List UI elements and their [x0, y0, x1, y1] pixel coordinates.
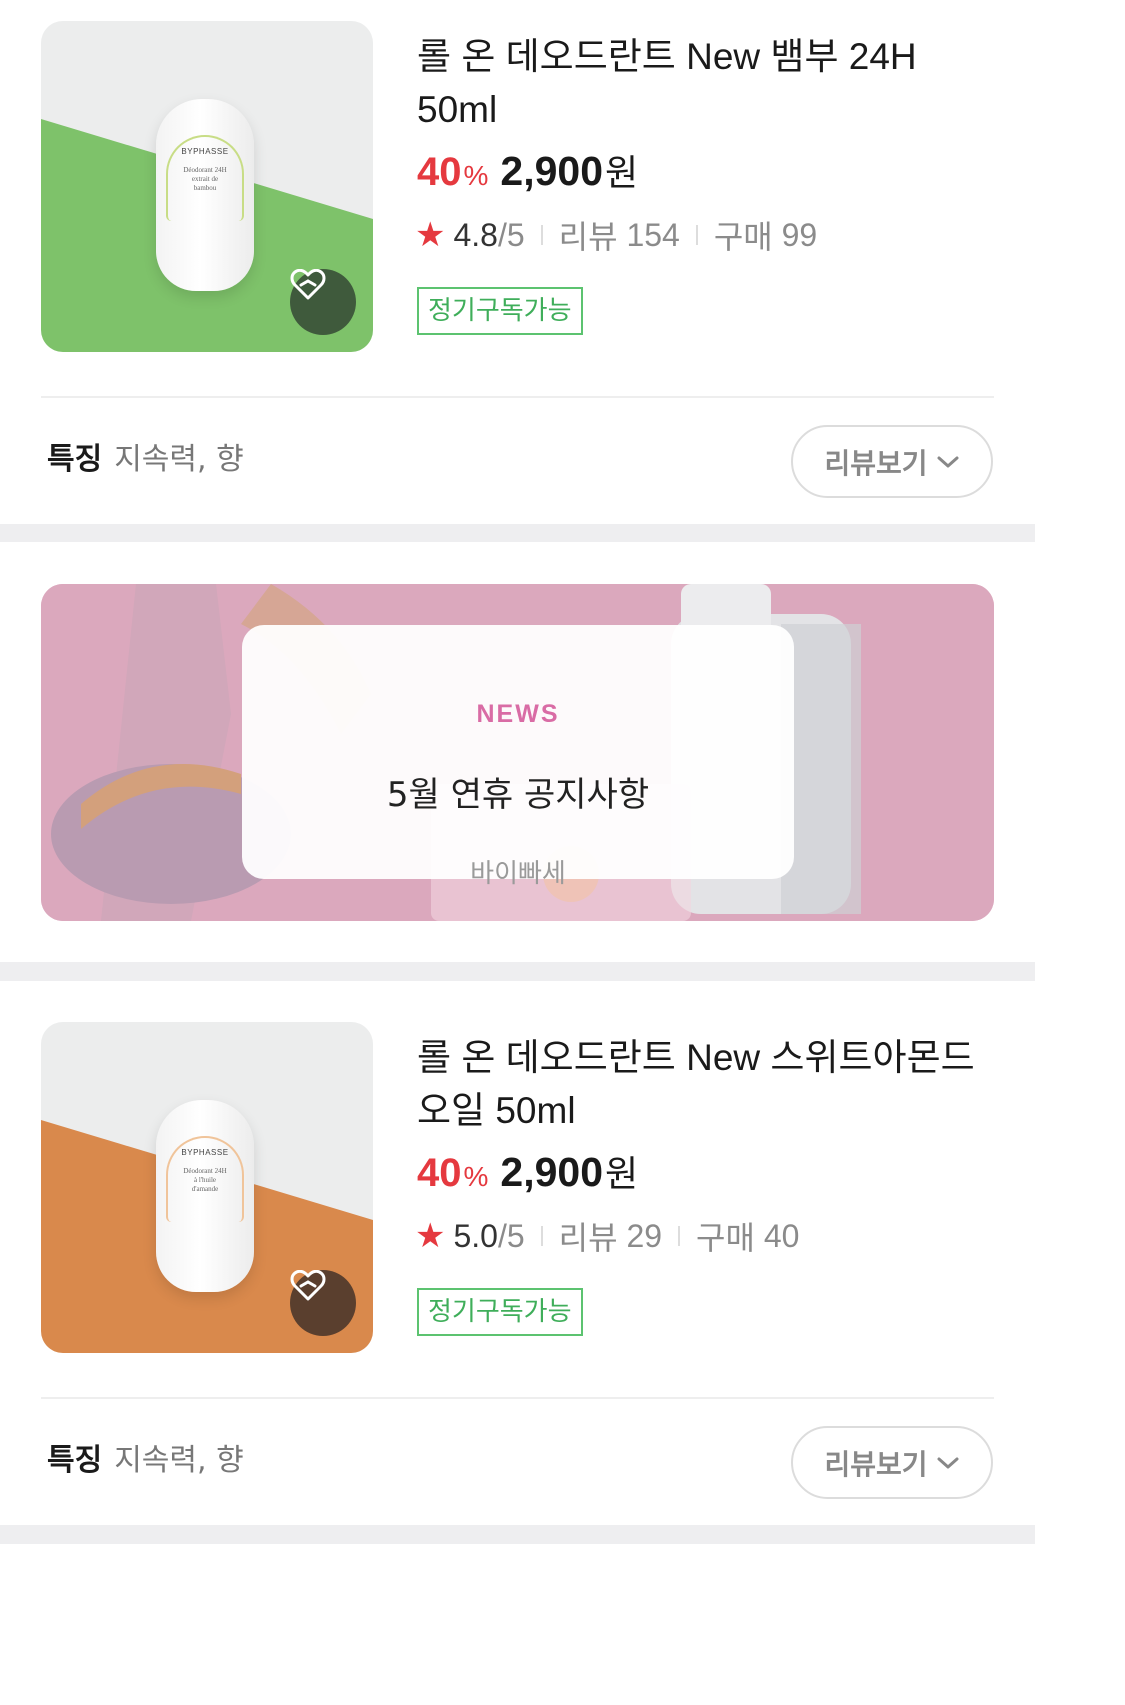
star-icon: ★ [415, 216, 446, 254]
bottle-brand: BYPHASSE [181, 147, 229, 156]
news-card[interactable]: NEWS 5월 연휴 공지사항 바이빠세 [242, 625, 794, 889]
product-image[interactable]: BYPHASSE Déodorant 24H extrait de bambou [41, 21, 373, 352]
stat-divider [678, 1226, 681, 1246]
divider [41, 396, 994, 398]
review-count: 29 [626, 1217, 663, 1254]
purchase-count: 99 [781, 216, 818, 253]
section-gap [0, 1525, 1035, 1544]
review-toggle-button[interactable]: 리뷰보기 [791, 425, 993, 498]
chevron-down-icon [937, 456, 959, 467]
currency: 원 [605, 152, 639, 193]
purchase-count: 40 [763, 1217, 800, 1254]
rating-max: /5 [497, 216, 525, 253]
currency: 원 [605, 1153, 639, 1194]
price-row: 40 % 2,900 원 [417, 1145, 638, 1201]
review-label: 리뷰 [558, 1220, 618, 1256]
section-gap [0, 962, 1035, 981]
purchase-label: 구매 [713, 219, 773, 255]
review-toggle-button[interactable]: 리뷰보기 [791, 1426, 993, 1499]
feature-value: 지속력, 향 [114, 442, 244, 477]
bottle-illustration: BYPHASSE Déodorant 24H à l'huile d'amand… [156, 1100, 254, 1292]
rating-value: 4.8 [453, 216, 498, 253]
discount-unit: % [463, 160, 489, 191]
rating-max: /5 [497, 1217, 525, 1254]
discount-rate: 40 [417, 150, 462, 194]
product-title[interactable]: 롤 온 데오드란트 New 뱀부 24H 50ml [417, 30, 997, 136]
feature-row: 특징 지속력, 향 [47, 1441, 244, 1481]
product-stats: ★ 5.0 /5 리뷰 29 구매 40 [415, 1213, 799, 1259]
sale-price: 2,900 [500, 1149, 604, 1195]
price-row: 40 % 2,900 원 [417, 144, 638, 200]
feature-row: 특징 지속력, 향 [47, 440, 244, 480]
product-image[interactable]: BYPHASSE Déodorant 24H à l'huile d'amand… [41, 1022, 373, 1353]
feature-value: 지속력, 향 [114, 1443, 244, 1478]
section-gap [0, 524, 1035, 542]
stat-divider [540, 1226, 543, 1246]
review-count: 154 [626, 216, 680, 253]
feature-label: 특징 [47, 442, 103, 477]
bottle-illustration: BYPHASSE Déodorant 24H extrait de bambou [156, 99, 254, 291]
wishlist-button[interactable] [290, 1270, 356, 1336]
stat-divider [695, 225, 698, 245]
news-source: 바이빠세 [470, 859, 566, 889]
review-button-label: 리뷰보기 [824, 1447, 928, 1481]
subscription-badge: 정기구독가능 [417, 1288, 583, 1336]
divider [41, 1397, 994, 1399]
wishlist-button[interactable] [290, 269, 356, 335]
product-card[interactable]: BYPHASSE Déodorant 24H à l'huile d'amand… [0, 1001, 1035, 1525]
discount-unit: % [463, 1161, 489, 1192]
subscription-badge: 정기구독가능 [417, 287, 583, 335]
heart-icon [290, 1270, 326, 1301]
chevron-down-icon [937, 1457, 959, 1468]
product-card[interactable]: BYPHASSE Déodorant 24H extrait de bambou… [0, 0, 1035, 524]
news-title[interactable]: 5월 연휴 공지사항 [242, 767, 794, 816]
star-icon: ★ [415, 1217, 446, 1255]
sale-price: 2,900 [500, 148, 604, 194]
feature-label: 특징 [47, 1443, 103, 1478]
news-tag: NEWS [476, 700, 560, 728]
rating-value: 5.0 [453, 1217, 498, 1254]
product-stats: ★ 4.8 /5 리뷰 154 구매 99 [415, 212, 817, 258]
bottle-text: Déodorant 24H à l'huile d'amande [183, 1167, 227, 1193]
review-button-label: 리뷰보기 [824, 446, 928, 480]
bottle-brand: BYPHASSE [181, 1148, 229, 1157]
stat-divider [540, 225, 543, 245]
product-title[interactable]: 롤 온 데오드란트 New 스위트아몬드오일 50ml [417, 1031, 997, 1137]
review-label: 리뷰 [558, 219, 618, 255]
discount-rate: 40 [417, 1151, 462, 1195]
purchase-label: 구매 [696, 1220, 755, 1256]
heart-icon [290, 269, 326, 300]
bottle-text: Déodorant 24H extrait de bambou [183, 166, 227, 192]
news-banner[interactable]: NEWS 5월 연휴 공지사항 바이빠세 [41, 584, 994, 921]
